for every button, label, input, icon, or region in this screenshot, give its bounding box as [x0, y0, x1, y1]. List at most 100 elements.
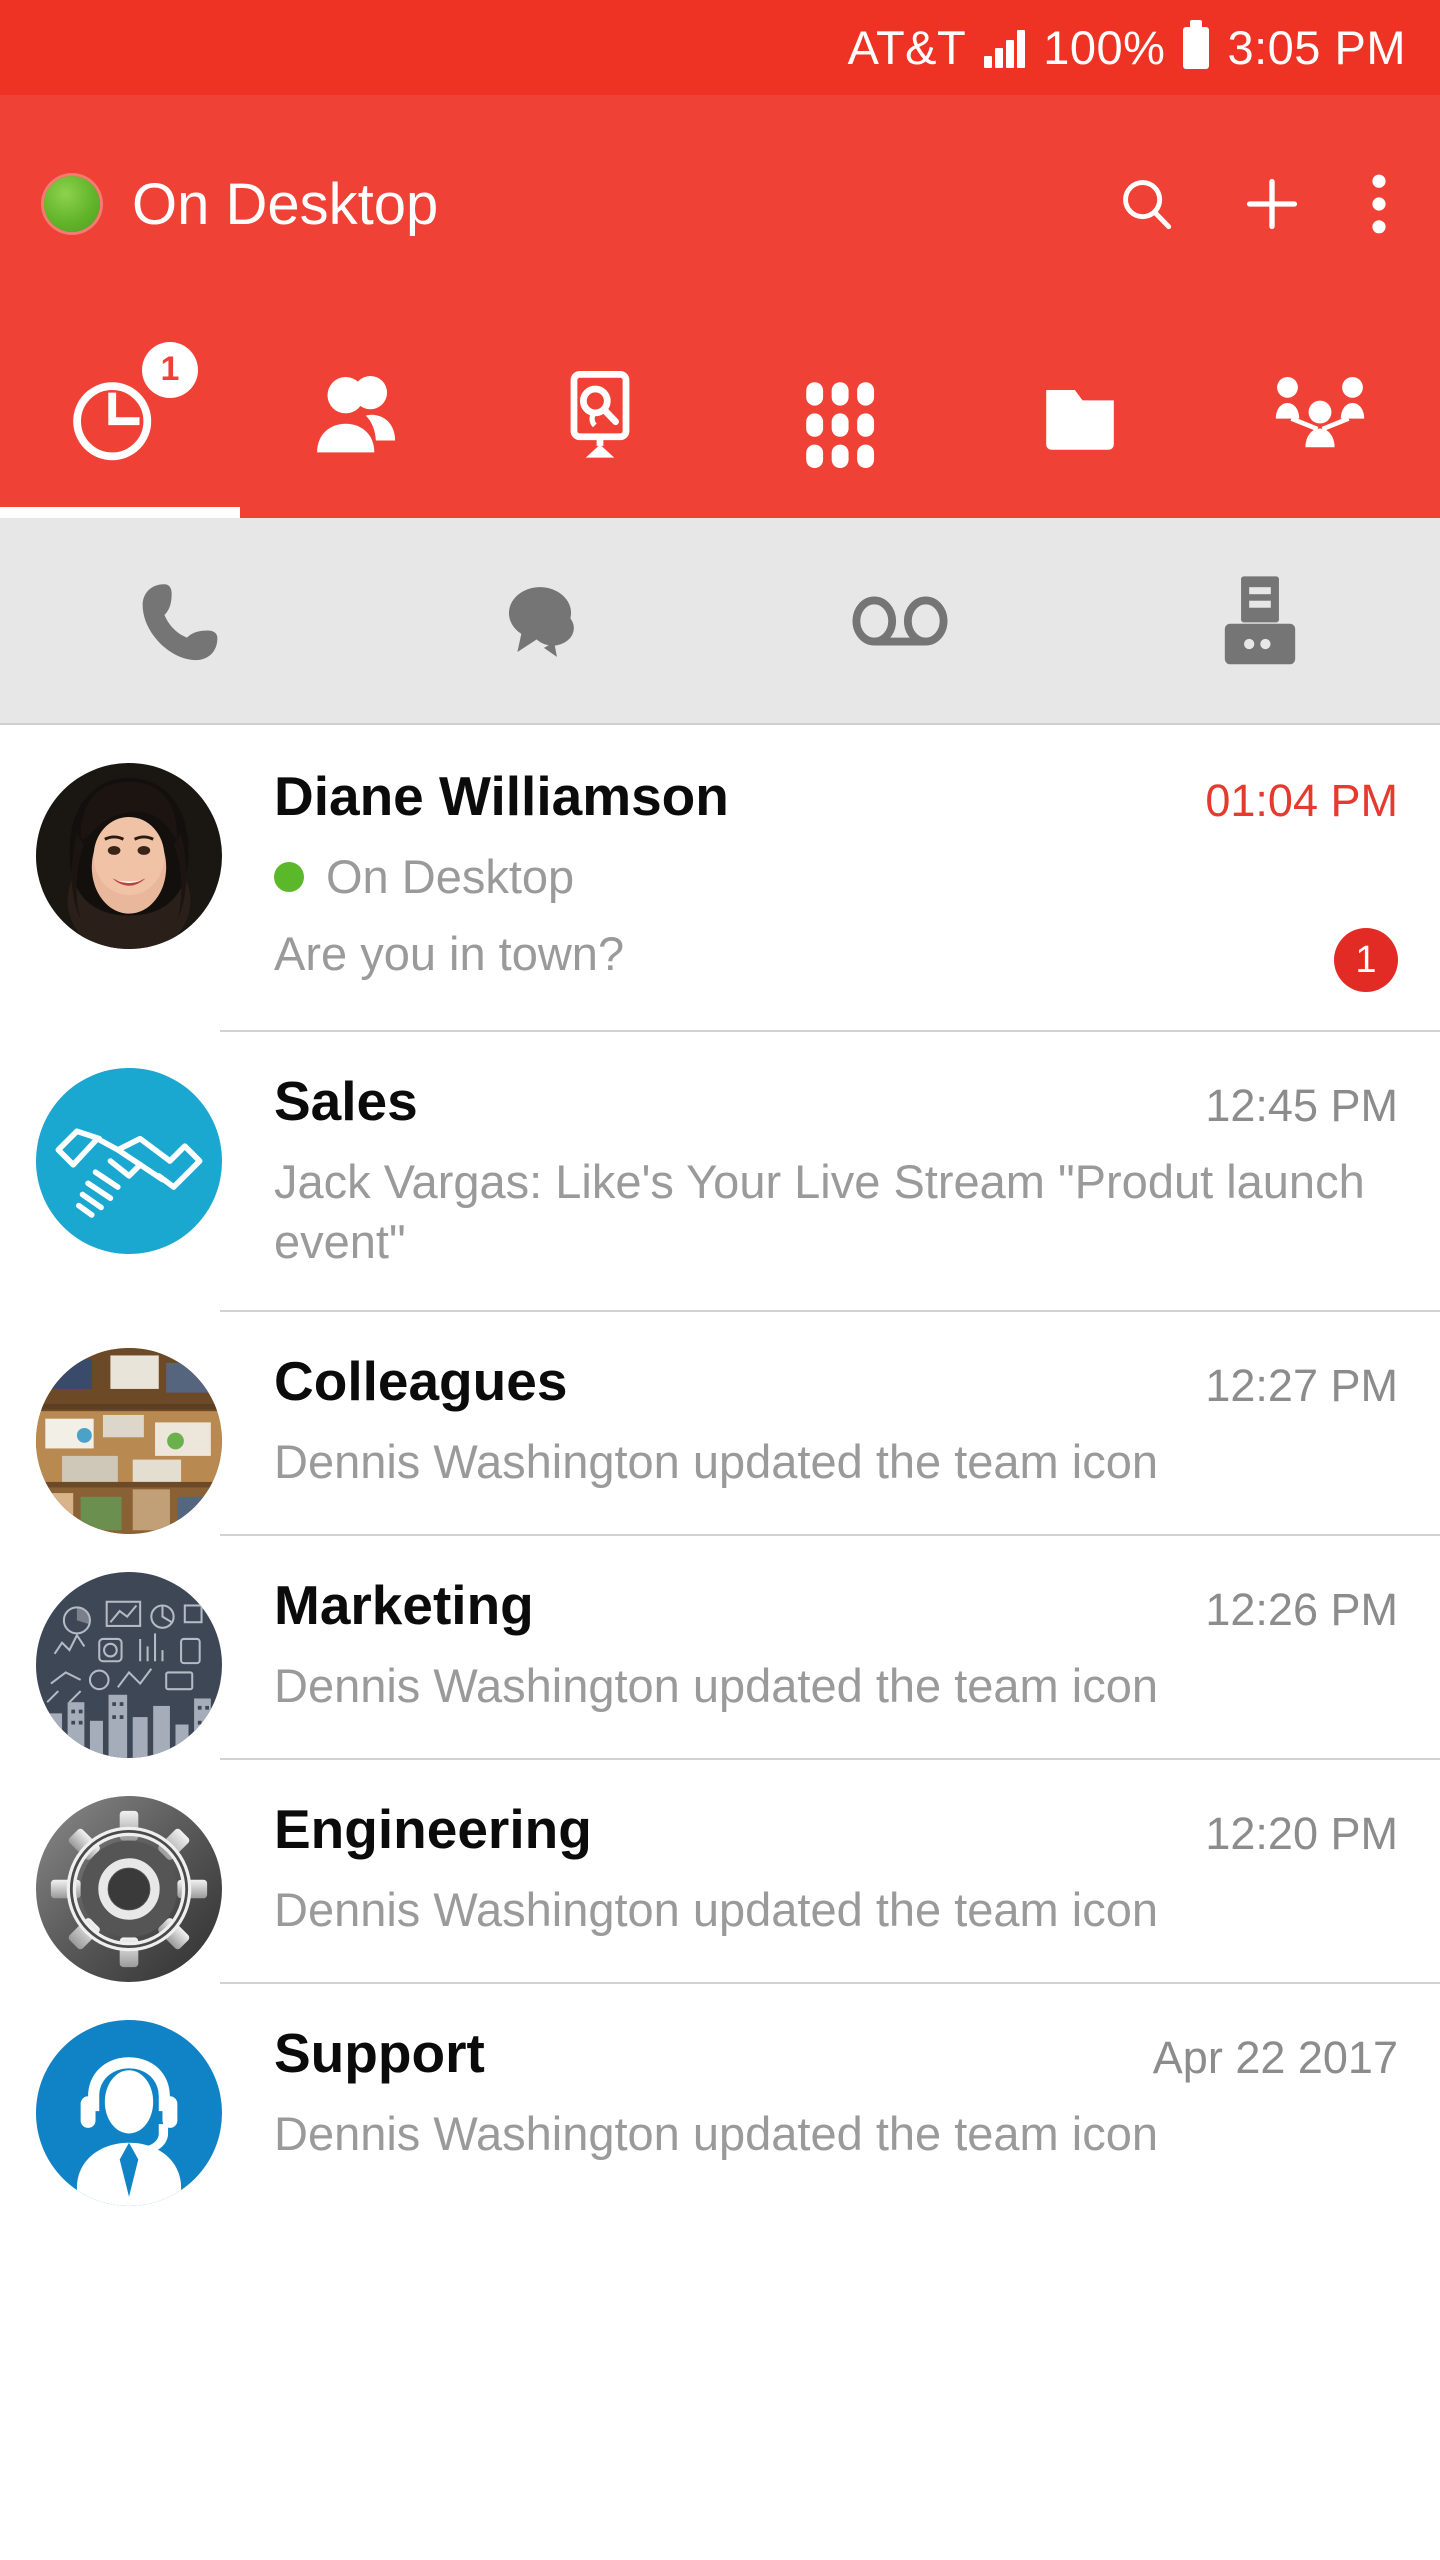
filter-voicemail[interactable]	[720, 590, 1080, 652]
app-bar-actions	[1116, 172, 1402, 236]
row-spacer	[274, 1272, 1398, 1310]
conversation-name: Colleagues	[274, 1350, 568, 1413]
conversation-preview: Dennis Washington updated the team icon	[274, 1435, 1158, 1489]
signal-bars-icon	[984, 28, 1026, 68]
presence-online-dot	[274, 861, 304, 892]
avatar	[36, 1796, 222, 1983]
photo-office-desk	[36, 1348, 222, 1535]
row-spacer	[274, 2164, 1398, 2194]
overflow-menu-icon[interactable]	[1366, 172, 1392, 236]
avatar	[36, 763, 222, 949]
conversation-time: 12:26 PM	[1205, 1584, 1398, 1636]
chat-bubbles-icon	[492, 573, 588, 669]
filter-tab-bar	[0, 518, 1440, 725]
row-spacer	[274, 1492, 1398, 1522]
headset-agent-icon	[36, 2020, 222, 2207]
people-icon	[308, 364, 412, 468]
conversation-name: Engineering	[274, 1798, 592, 1861]
row-divider	[220, 1982, 1440, 1985]
unread-badge: 1	[1334, 928, 1398, 992]
message-row: Are you in town? 1	[274, 924, 1398, 992]
row-header: Diane Williamson 01:04 PM	[274, 765, 1398, 827]
presence-online-dot[interactable]	[44, 176, 100, 232]
team-conference-icon	[1268, 364, 1372, 468]
chalkboard-infographic-icon	[36, 1572, 222, 1759]
add-icon[interactable]	[1240, 172, 1304, 236]
avatar	[36, 1572, 222, 1759]
clock-label: 3:05 PM	[1227, 21, 1406, 74]
list-item[interactable]: Support Apr 22 2017 Dennis Washington up…	[0, 1982, 1440, 2207]
row-body: Colleagues 12:27 PM Dennis Washington up…	[222, 1348, 1398, 1522]
conversation-preview: Dennis Washington updated the team icon	[274, 2107, 1158, 2161]
carrier-label: AT&T	[847, 21, 967, 74]
tab-keypad[interactable]	[720, 313, 960, 518]
conversation-preview: Dennis Washington updated the team icon	[274, 1883, 1158, 1937]
tab-files[interactable]	[960, 313, 1200, 518]
filter-messages[interactable]	[360, 573, 720, 669]
conversation-name: Support	[274, 2022, 485, 2085]
filter-fax[interactable]	[1080, 575, 1440, 667]
row-divider	[220, 1030, 1440, 1032]
handshake-icon	[36, 1068, 222, 1254]
presence-row: On Desktop	[274, 849, 1398, 904]
tab-teams[interactable]	[1200, 313, 1440, 518]
list-item[interactable]: Marketing 12:26 PM Dennis Washington upd…	[0, 1534, 1440, 1759]
clock-history-icon: 1	[68, 341, 198, 468]
conversation-name: Diane Williamson	[274, 765, 729, 827]
row-body: Sales 12:45 PM Jack Vargas: Like's Your …	[222, 1068, 1398, 1310]
row-spacer	[274, 1716, 1398, 1746]
tab-contacts[interactable]	[240, 313, 480, 518]
avatar	[36, 1348, 222, 1535]
list-item[interactable]: Sales 12:45 PM Jack Vargas: Like's Your …	[0, 1030, 1440, 1310]
search-icon[interactable]	[1116, 173, 1178, 235]
filter-calls[interactable]	[0, 575, 360, 667]
dialpad-grid-icon	[788, 364, 892, 468]
conversation-time: 12:45 PM	[1205, 1080, 1398, 1131]
row-header: Sales 12:45 PM	[274, 1070, 1398, 1132]
conversation-time: 12:27 PM	[1205, 1360, 1398, 1412]
conversation-list: Diane Williamson 01:04 PM On Desktop Are…	[0, 725, 1440, 2207]
row-body: Marketing 12:26 PM Dennis Washington upd…	[222, 1572, 1398, 1746]
conversation-preview: Jack Vargas: Like's Your Live Stream "Pr…	[274, 1155, 1365, 1269]
conversation-time: 01:04 PM	[1205, 775, 1398, 826]
metal-gear-icon	[36, 1796, 222, 1983]
list-item[interactable]: Colleagues 12:27 PM Dennis Washington up…	[0, 1310, 1440, 1535]
app-root: AT&T 100% 3:05 PM On Desktop 1 Diane Wil…	[0, 0, 1440, 2560]
message-row: Dennis Washington updated the team icon	[274, 1432, 1398, 1492]
app-bar: On Desktop	[0, 95, 1440, 313]
battery-full-icon	[1183, 26, 1210, 69]
row-header: Engineering 12:20 PM	[274, 1798, 1398, 1861]
primary-tab-bar: 1	[0, 313, 1440, 518]
conversation-name: Marketing	[274, 1574, 534, 1637]
row-divider	[220, 1534, 1440, 1537]
message-row: Dennis Washington updated the team icon	[274, 2104, 1398, 2164]
list-item[interactable]: Diane Williamson 01:04 PM On Desktop Are…	[0, 725, 1440, 1030]
message-row: Dennis Washington updated the team icon	[274, 1880, 1398, 1940]
conversation-name: Sales	[274, 1070, 418, 1132]
row-divider	[220, 1758, 1440, 1761]
conversation-time: 12:20 PM	[1205, 1808, 1398, 1860]
conversation-time: Apr 22 2017	[1152, 2032, 1398, 2084]
fax-machine-icon	[1219, 575, 1301, 667]
conversation-preview: Dennis Washington updated the team icon	[274, 1659, 1158, 1713]
conversation-preview: Are you in town?	[274, 927, 625, 980]
page-title: On Desktop	[132, 171, 439, 237]
row-body: Engineering 12:20 PM Dennis Washington u…	[222, 1796, 1398, 1970]
status-bar: AT&T 100% 3:05 PM	[0, 0, 1440, 95]
row-divider	[220, 1310, 1440, 1313]
row-spacer	[274, 1940, 1398, 1970]
list-item[interactable]: Engineering 12:20 PM Dennis Washington u…	[0, 1758, 1440, 1983]
row-body: Support Apr 22 2017 Dennis Washington up…	[222, 2020, 1398, 2194]
row-header: Colleagues 12:27 PM	[274, 1350, 1398, 1413]
tab-presence[interactable]	[480, 313, 720, 518]
tab-recents[interactable]: 1	[0, 313, 240, 518]
row-header: Marketing 12:26 PM	[274, 1574, 1398, 1637]
message-row: Dennis Washington updated the team icon	[274, 1656, 1398, 1716]
tab-recents-badge: 1	[142, 341, 198, 398]
photo-woman-portrait	[36, 763, 222, 949]
battery-percent-label: 100%	[1043, 21, 1166, 74]
avatar	[36, 2020, 222, 2207]
row-body: Diane Williamson 01:04 PM On Desktop Are…	[222, 763, 1398, 1030]
row-header: Support Apr 22 2017	[274, 2022, 1398, 2085]
avatar	[36, 1068, 222, 1254]
